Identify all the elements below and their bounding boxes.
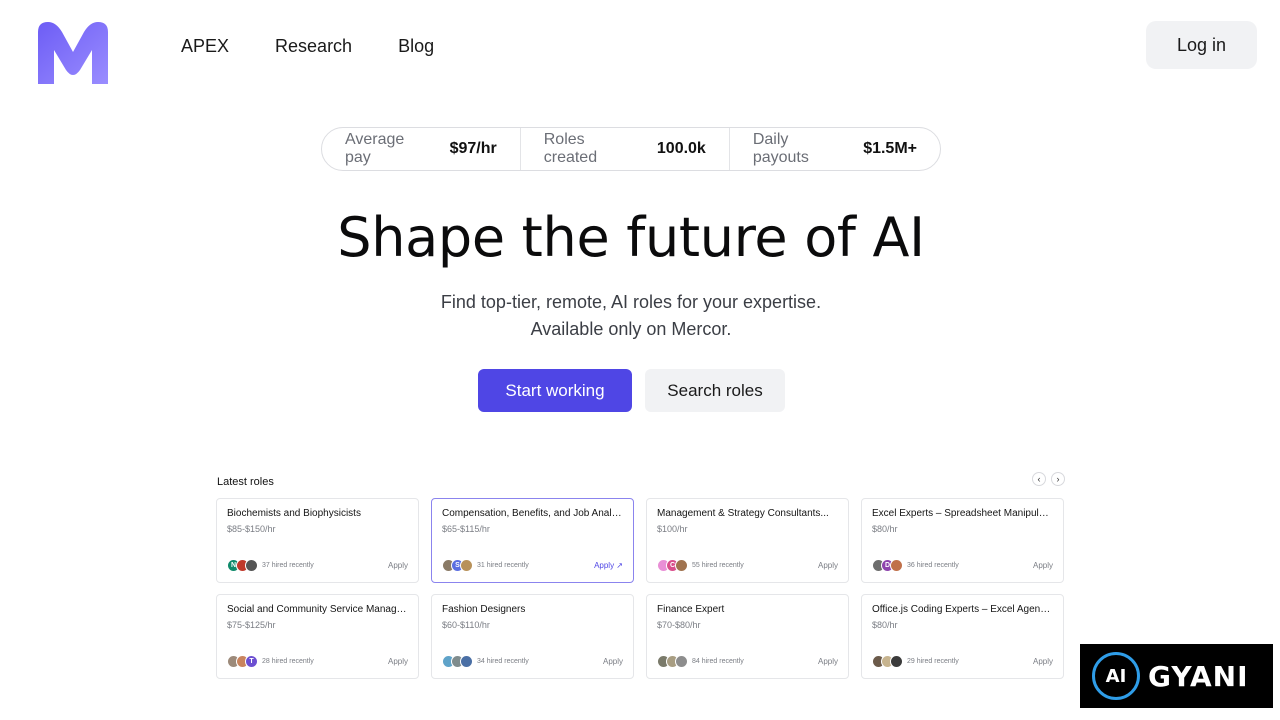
apply-link[interactable]: Apply [818, 657, 838, 666]
avatar-group: N [227, 558, 258, 572]
avatar-group [657, 654, 688, 668]
role-card-footer: D 36 hired recently Apply [872, 558, 1053, 572]
chevron-left-icon[interactable]: ‹ [1032, 472, 1046, 486]
role-card-footer: C 55 hired recently Apply [657, 558, 838, 572]
role-card[interactable]: Compensation, Benefits, and Job Analysis… [431, 498, 634, 583]
role-title: Office.js Coding Experts – Excel Agent A… [872, 604, 1053, 615]
start-working-button[interactable]: Start working [478, 369, 632, 412]
avatar-group: S [442, 558, 473, 572]
stat-label: Daily payouts [752, 131, 809, 166]
avatar-group: D [872, 558, 903, 572]
stat-label: Roles created [543, 131, 598, 166]
stat-value: $1.5M+ [863, 140, 917, 157]
nav-blog[interactable]: Blog [398, 34, 434, 58]
apply-link[interactable]: Apply [603, 657, 623, 666]
stats-bar: Average pay $97/hr Roles created 100.0k … [321, 127, 941, 171]
apply-link[interactable]: Apply [1033, 561, 1053, 570]
hired-count: 37 hired recently [262, 561, 314, 569]
stat-roles-created: Roles created 100.0k [519, 128, 729, 170]
role-card[interactable]: Management & Strategy Consultants... $10… [646, 498, 849, 583]
role-pay: $65-$115/hr [442, 524, 490, 534]
role-pay: $80/hr [872, 620, 898, 630]
role-pay: $85-$150/hr [227, 524, 276, 534]
role-card-footer: T 28 hired recently Apply [227, 654, 408, 668]
latest-roles-header: Latest roles ‹ › [217, 472, 1065, 488]
role-title: Compensation, Benefits, and Job Analysis… [442, 508, 623, 519]
hired-count: 34 hired recently [477, 657, 529, 665]
role-card[interactable]: Biochemists and Biophysicists $85-$150/h… [216, 498, 419, 583]
login-button[interactable]: Log in [1146, 21, 1257, 69]
avatar-group [442, 654, 473, 668]
avatar [460, 654, 473, 668]
role-card-footer: 29 hired recently Apply [872, 654, 1053, 668]
avatar [890, 558, 903, 572]
role-card[interactable]: Social and Community Service Managers $7… [216, 594, 419, 679]
role-card-footer: 34 hired recently Apply [442, 654, 623, 668]
latest-roles-heading: Latest roles [217, 476, 274, 488]
role-title: Excel Experts – Spreadsheet Manipulatio.… [872, 508, 1053, 519]
watermark-logo: AI GYANI [1080, 644, 1273, 708]
mercor-logo[interactable] [36, 20, 110, 86]
role-card-footer: S 31 hired recently Apply ↗ [442, 558, 623, 572]
hired-count: 36 hired recently [907, 561, 959, 569]
role-pay: $70-$80/hr [657, 620, 701, 630]
roles-grid: Biochemists and Biophysicists $85-$150/h… [216, 498, 1064, 679]
role-card-footer: N 37 hired recently Apply [227, 558, 408, 572]
avatar [245, 558, 258, 572]
avatar-group: T [227, 654, 258, 668]
avatar-group [872, 654, 903, 668]
avatar: T [245, 654, 258, 668]
carousel-controls: ‹ › [1032, 472, 1065, 486]
role-title: Social and Community Service Managers [227, 604, 408, 615]
stat-daily-payouts: Daily payouts $1.5M+ [728, 128, 940, 170]
role-pay: $75-$125/hr [227, 620, 276, 630]
apply-link[interactable]: Apply [1033, 657, 1053, 666]
logo-m-icon [38, 22, 108, 84]
apply-link[interactable]: Apply [388, 561, 408, 570]
role-card[interactable]: Excel Experts – Spreadsheet Manipulatio.… [861, 498, 1064, 583]
hired-count: 55 hired recently [692, 561, 744, 569]
avatar [675, 654, 688, 668]
chevron-right-icon[interactable]: › [1051, 472, 1065, 486]
role-title: Finance Expert [657, 604, 725, 615]
apply-link[interactable]: Apply ↗ [594, 561, 623, 570]
hero-title: Shape the future of AI [337, 206, 925, 269]
stat-label: Average pay [345, 131, 405, 166]
apply-link[interactable]: Apply [818, 561, 838, 570]
nav-research[interactable]: Research [275, 34, 352, 58]
avatar [460, 558, 473, 572]
hired-count: 29 hired recently [907, 657, 959, 665]
nav-apex[interactable]: APEX [181, 34, 229, 58]
role-title: Management & Strategy Consultants... [657, 508, 829, 519]
role-title: Biochemists and Biophysicists [227, 508, 361, 519]
avatar [890, 654, 903, 668]
role-pay: $80/hr [872, 524, 898, 534]
role-card[interactable]: Finance Expert $70-$80/hr 84 hired recen… [646, 594, 849, 679]
watermark-badge: AI [1092, 652, 1140, 700]
avatar-group: C [657, 558, 688, 572]
hired-count: 84 hired recently [692, 657, 744, 665]
main-nav: APEX Research Blog [181, 34, 434, 58]
role-card[interactable]: Fashion Designers $60-$110/hr 34 hired r… [431, 594, 634, 679]
hired-count: 31 hired recently [477, 561, 529, 569]
role-card[interactable]: Office.js Coding Experts – Excel Agent A… [861, 594, 1064, 679]
apply-link[interactable]: Apply [388, 657, 408, 666]
hero-subtitle: Find top-tier, remote, AI roles for your… [0, 289, 1262, 343]
stat-average-pay: Average pay $97/hr [322, 128, 520, 170]
avatar [675, 558, 688, 572]
stat-value: $97/hr [449, 140, 497, 157]
hero-subtitle-line-1: Find top-tier, remote, AI roles for your… [440, 292, 822, 312]
role-pay: $100/hr [657, 524, 688, 534]
role-card-footer: 84 hired recently Apply [657, 654, 838, 668]
stat-value: 100.0k [656, 140, 706, 157]
search-roles-button[interactable]: Search roles [645, 369, 785, 412]
hired-count: 28 hired recently [262, 657, 314, 665]
watermark-text: GYANI [1148, 659, 1249, 693]
role-title: Fashion Designers [442, 604, 526, 615]
role-pay: $60-$110/hr [442, 620, 490, 630]
hero-subtitle-line-2: Available only on Mercor. [530, 319, 732, 339]
